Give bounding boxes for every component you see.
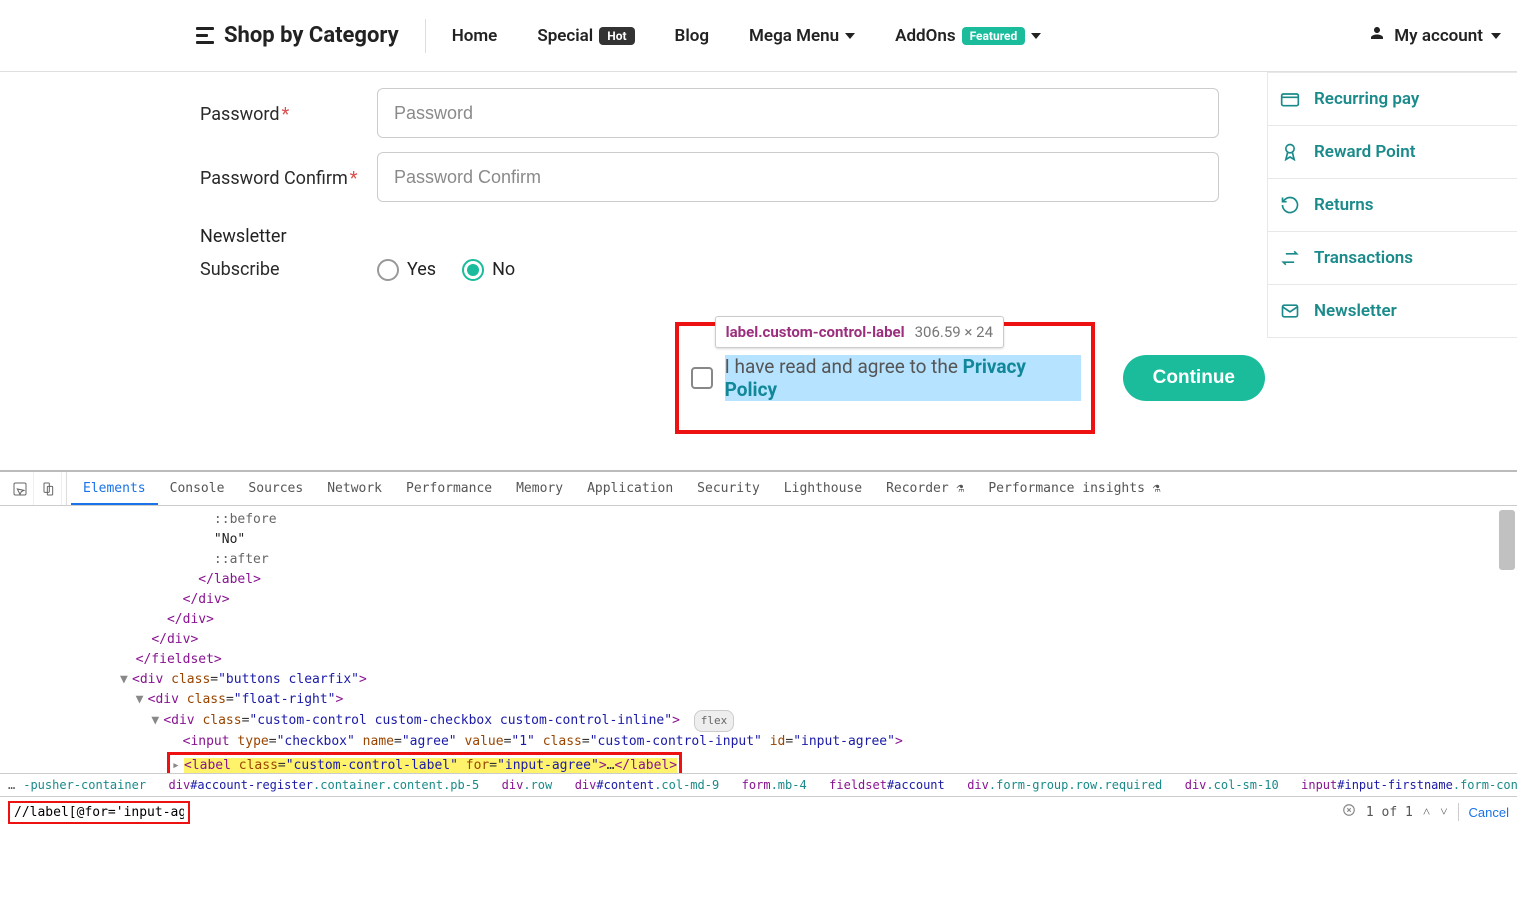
highlight-annotation: [8, 801, 190, 824]
prev-icon[interactable]: ˄: [1423, 804, 1430, 820]
search-input[interactable]: [14, 805, 184, 820]
tab-recorder[interactable]: Recorder ⚗: [874, 473, 976, 504]
continue-button[interactable]: Continue: [1123, 355, 1265, 401]
chevron-down-icon: [1031, 33, 1041, 39]
tab-application[interactable]: Application: [575, 473, 685, 504]
tab-memory[interactable]: Memory: [504, 473, 575, 504]
tab-elements[interactable]: Elements: [71, 473, 158, 504]
hot-badge: Hot: [599, 27, 634, 45]
devtools-tabs: Elements Console Sources Network Perform…: [0, 472, 1517, 506]
sidebar-recurring[interactable]: Recurring pay: [1267, 72, 1517, 126]
account-label: My account: [1394, 26, 1483, 46]
devtools-panel: Elements Console Sources Network Perform…: [0, 470, 1517, 827]
agree-label[interactable]: I have read and agree to the Privacy Pol…: [725, 355, 1081, 401]
subscribe-no[interactable]: No: [462, 259, 515, 281]
account-sidebar: Recurring pay Reward Point Returns Trans…: [1267, 72, 1517, 338]
flask-icon: ⚗: [1153, 481, 1161, 496]
scrollbar[interactable]: [1499, 510, 1515, 570]
featured-badge: Featured: [962, 27, 1026, 45]
chevron-down-icon: [1491, 33, 1501, 39]
subscribe-label: Subscribe: [200, 257, 377, 282]
my-account[interactable]: My account: [1368, 24, 1501, 47]
dom-tag: </div>: [183, 592, 230, 607]
dom-tag: </label>: [198, 572, 261, 587]
dom-pseudo: ::after: [214, 552, 269, 567]
dom-tag: </div>: [167, 612, 214, 627]
tab-performance[interactable]: Performance: [394, 473, 504, 504]
flask-icon: ⚗: [957, 481, 965, 496]
chevron-down-icon: [845, 33, 855, 39]
tab-perf-insights[interactable]: Performance insights ⚗: [976, 473, 1172, 504]
dom-pseudo: ::before: [214, 512, 277, 527]
nav-mega-menu[interactable]: Mega Menu: [749, 26, 855, 46]
nav-blog[interactable]: Blog: [675, 26, 710, 46]
dom-tag: </fieldset>: [136, 652, 222, 667]
password-confirm-label: Password Confirm*: [200, 152, 377, 191]
agree-checkbox[interactable]: [691, 367, 713, 389]
highlight-annotation: ▸<label class="custom-control-label" for…: [167, 752, 682, 773]
category-label: Shop by Category: [224, 23, 399, 48]
inspect-icon[interactable]: [6, 472, 34, 505]
tab-sources[interactable]: Sources: [236, 473, 315, 504]
devtools-search: 1 of 1 ˄ ˅ Cancel: [0, 797, 1517, 827]
sidebar-reward[interactable]: Reward Point: [1267, 126, 1517, 179]
nav-addons[interactable]: AddOnsFeatured: [895, 26, 1041, 46]
clear-icon[interactable]: [1342, 803, 1356, 821]
menu-icon: [196, 27, 214, 44]
inspector-tooltip: label.custom-control-label306.59 × 24: [715, 316, 1004, 348]
dom-breadcrumb[interactable]: … -pusher-container div#account-register…: [0, 773, 1517, 797]
person-icon: [1368, 24, 1386, 47]
sidebar-newsletter[interactable]: Newsletter: [1267, 285, 1517, 338]
nav-home[interactable]: Home: [452, 26, 498, 46]
search-count: 1 of 1: [1366, 805, 1413, 820]
nav-links: Home SpecialHot Blog Mega Menu AddOnsFea…: [452, 26, 1042, 46]
subscribe-yes[interactable]: Yes: [377, 259, 436, 281]
tab-security[interactable]: Security: [685, 473, 772, 504]
radio-icon: [462, 259, 484, 281]
password-confirm-input[interactable]: [377, 152, 1219, 202]
next-icon[interactable]: ˅: [1440, 804, 1447, 820]
dom-text: "No": [214, 532, 245, 547]
dom-tag: </div>: [151, 632, 198, 647]
sidebar-transactions[interactable]: Transactions: [1267, 232, 1517, 285]
newsletter-heading: Newsletter: [200, 226, 1265, 247]
highlight-annotation: label.custom-control-label306.59 × 24 I …: [675, 322, 1095, 434]
tab-lighthouse[interactable]: Lighthouse: [772, 473, 874, 504]
radio-icon: [377, 259, 399, 281]
device-icon[interactable]: [34, 472, 62, 505]
cancel-button[interactable]: Cancel: [1469, 805, 1509, 820]
sidebar-returns[interactable]: Returns: [1267, 179, 1517, 232]
top-nav: Shop by Category Home SpecialHot Blog Me…: [0, 0, 1517, 72]
nav-special[interactable]: SpecialHot: [537, 26, 634, 46]
tab-console[interactable]: Console: [158, 473, 237, 504]
shop-by-category[interactable]: Shop by Category: [196, 23, 399, 48]
password-label: Password*: [200, 88, 377, 127]
dom-tree[interactable]: ::before "No" ::after </label> </div> </…: [0, 506, 1517, 773]
flex-pill: flex: [694, 710, 735, 732]
tab-network[interactable]: Network: [315, 473, 394, 504]
password-input[interactable]: [377, 88, 1219, 138]
divider: [425, 19, 426, 53]
